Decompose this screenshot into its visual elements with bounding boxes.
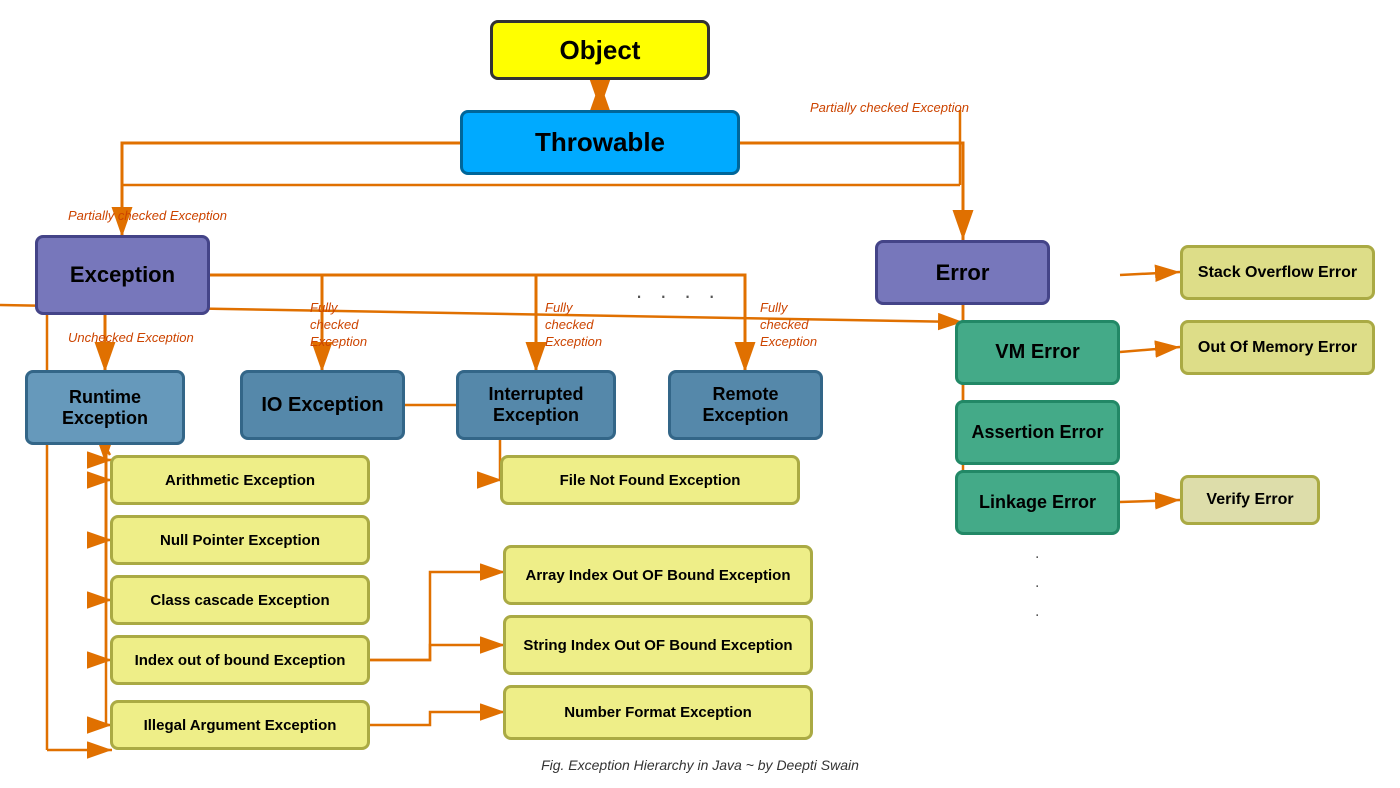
outofmemory-node: Out Of Memory Error	[1180, 320, 1375, 375]
error-node: Error	[875, 240, 1050, 305]
runtime-node: Runtime Exception	[25, 370, 185, 445]
assertion-node: Assertion Error	[955, 400, 1120, 465]
interrupted-node: Interrupted Exception	[456, 370, 616, 440]
vm-node: VM Error	[955, 320, 1120, 385]
throwable-node: Throwable	[460, 110, 740, 175]
filenotfound-node: File Not Found Exception	[500, 455, 800, 505]
object-node: Object	[490, 20, 710, 80]
numberformat-node: Number Format Exception	[503, 685, 813, 740]
exception-node: Exception	[35, 235, 210, 315]
unchecked-label: Unchecked Exception	[68, 330, 194, 345]
arraybound-node: Array Index Out OF Bound Exception	[503, 545, 813, 605]
fully-checked-label-3: FullycheckedException	[760, 300, 817, 351]
partially-checked-label-2: Partially checked Exception	[68, 208, 227, 223]
dots-errors: ...	[1035, 540, 1043, 626]
dots-exceptions: . . . .	[636, 278, 721, 304]
fully-checked-label-2: FullycheckedException	[545, 300, 602, 351]
remote-node: Remote Exception	[668, 370, 823, 440]
stackoverflow-node: Stack Overflow Error	[1180, 245, 1375, 300]
fully-checked-label-1: FullycheckedException	[310, 300, 367, 351]
nullpointer-node: Null Pointer Exception	[110, 515, 370, 565]
indexbound-node: Index out of bound Exception	[110, 635, 370, 685]
io-node: IO Exception	[240, 370, 405, 440]
linkage-node: Linkage Error	[955, 470, 1120, 535]
arithmetic-node: Arithmetic Exception	[110, 455, 370, 505]
illegalarg-node: Illegal Argument Exception	[110, 700, 370, 750]
partially-checked-label-1: Partially checked Exception	[810, 100, 969, 115]
classcascade-node: Class cascade Exception	[110, 575, 370, 625]
stringbound-node: String Index Out OF Bound Exception	[503, 615, 813, 675]
caption: Fig. Exception Hierarchy in Java ~ by De…	[541, 757, 859, 773]
verifyerror-node: Verify Error	[1180, 475, 1320, 525]
diagram: Object Throwable Exception Error Runtime…	[0, 0, 1400, 788]
